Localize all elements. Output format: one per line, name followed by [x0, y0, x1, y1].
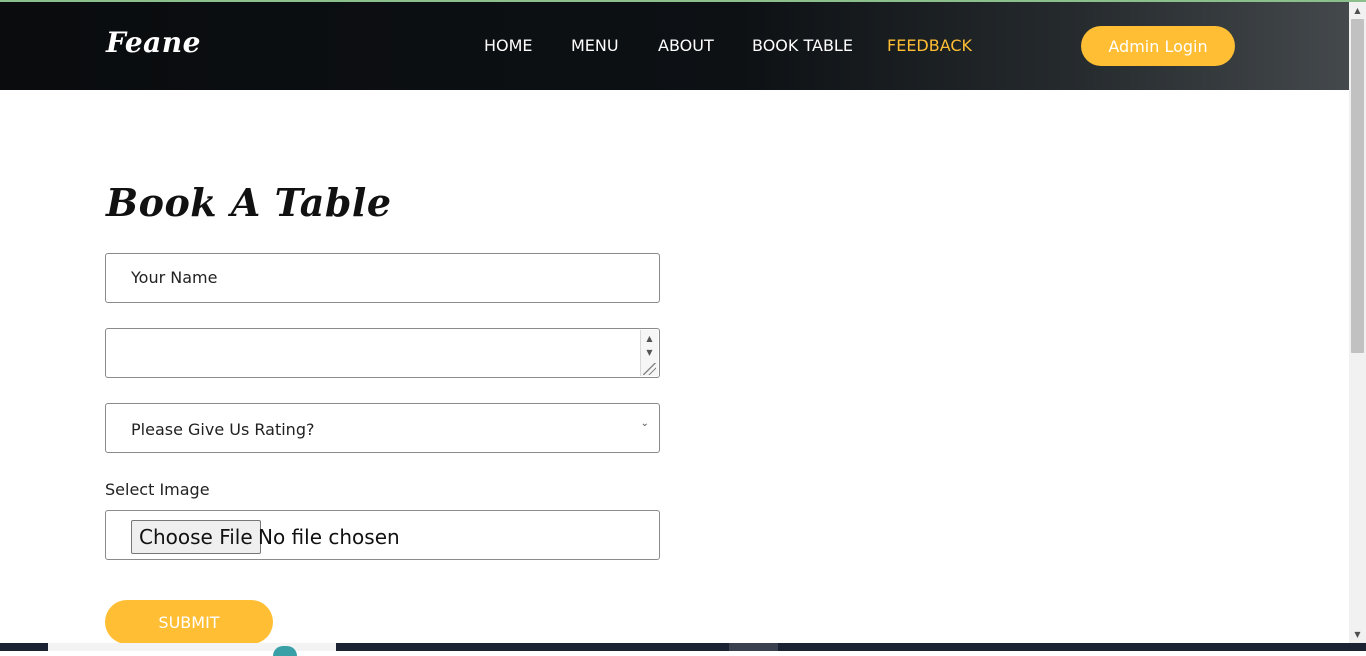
os-taskbar	[0, 643, 1366, 656]
message-textarea[interactable]: ▲ ▼	[105, 328, 660, 378]
resize-grip-icon[interactable]	[643, 363, 656, 375]
rating-selected-value: Please Give Us Rating?	[131, 420, 315, 439]
triangle-up-icon[interactable]: ▲	[641, 332, 658, 346]
scrollbar-thumb[interactable]	[1351, 19, 1364, 353]
choose-file-button[interactable]: Choose File	[131, 520, 261, 554]
select-image-label: Select Image	[105, 480, 210, 499]
file-status: No file chosen	[258, 525, 400, 549]
nav-home[interactable]: HOME	[484, 36, 533, 55]
admin-login-button[interactable]: Admin Login	[1081, 26, 1235, 66]
nav-feedback[interactable]: FEEDBACK	[887, 36, 972, 55]
chevron-down-icon: ⌄	[640, 418, 649, 429]
textarea-scrollbar[interactable]: ▲ ▼	[640, 330, 658, 376]
submit-button[interactable]: SUBMIT	[105, 600, 273, 644]
site-header: Feane HOME MENU ABOUT BOOK TABLE FEEDBAC…	[0, 2, 1349, 90]
nav-menu[interactable]: MENU	[571, 36, 619, 55]
triangle-down-icon[interactable]: ▼	[641, 346, 658, 360]
nav-about[interactable]: ABOUT	[658, 36, 714, 55]
name-placeholder: Your Name	[131, 268, 218, 287]
rating-select[interactable]: Please Give Us Rating? ⌄	[105, 403, 660, 453]
page-scrollbar[interactable]: ▲ ▼	[1349, 2, 1366, 643]
nav-book-table[interactable]: BOOK TABLE	[752, 36, 853, 55]
scroll-up-icon[interactable]: ▲	[1349, 2, 1366, 19]
page-title: Book A Table	[106, 180, 392, 225]
scroll-down-icon[interactable]: ▼	[1349, 626, 1366, 643]
name-input[interactable]: Your Name	[105, 253, 660, 303]
taskbar-active-app[interactable]	[729, 643, 778, 651]
file-input[interactable]: Choose File No file chosen	[105, 510, 660, 560]
brand-logo[interactable]: Feane	[106, 26, 201, 59]
browser-icon[interactable]	[273, 646, 297, 656]
